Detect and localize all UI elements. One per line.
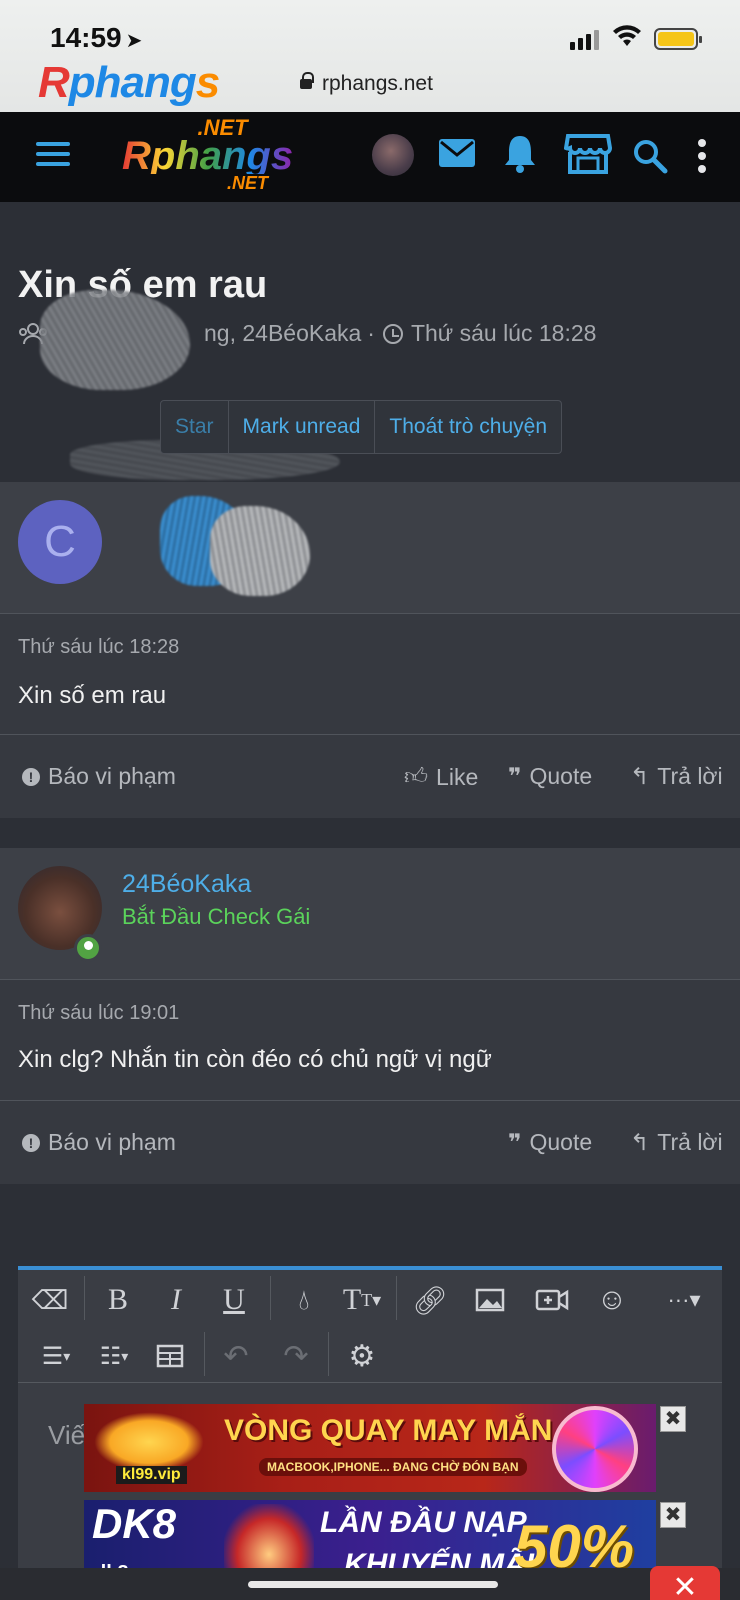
report-button[interactable]: ! Báo vi phạm bbox=[22, 763, 176, 790]
redaction-scribble bbox=[210, 506, 310, 596]
leave-conversation-button[interactable]: Thoát trò chuyện bbox=[375, 401, 561, 453]
ad-subtext: MACBOOK,IPHONE... ĐANG CHỜ ĐÓN BẠN bbox=[259, 1458, 527, 1476]
thread-actions: Star Mark unread Thoát trò chuyện bbox=[160, 400, 562, 454]
bold-icon[interactable]: B bbox=[98, 1280, 138, 1320]
ios-status-bar: 14:59 ➤ Rphangs rphangs.net bbox=[0, 0, 740, 112]
like-button[interactable]: 👍︎ Like bbox=[404, 763, 478, 791]
post-date[interactable]: Thứ sáu lúc 18:28 bbox=[18, 636, 179, 659]
cellular-signal-icon bbox=[570, 30, 599, 50]
url-text: rphangs.net bbox=[322, 72, 433, 95]
text-size-icon[interactable]: T T▾ bbox=[342, 1280, 382, 1320]
site-logo-watermark: Rphangs bbox=[38, 58, 220, 107]
reply-icon: ↰ bbox=[630, 1129, 650, 1155]
meta-separator: · bbox=[367, 320, 375, 346]
align-icon[interactable]: ☰ ▾ bbox=[30, 1336, 82, 1376]
ad-logo: DK8 bbox=[92, 1500, 177, 1547]
bell-icon[interactable] bbox=[502, 132, 538, 174]
warning-icon: ! bbox=[22, 767, 40, 786]
editor-toolbar-row2: ☰ ▾ ☷ ▾ ↶ ↷ ⚙ bbox=[18, 1326, 722, 1382]
eraser-icon[interactable]: ⌫ bbox=[30, 1280, 70, 1320]
undo-icon[interactable]: ↶ bbox=[216, 1336, 256, 1376]
reply-button[interactable]: ↰ Trả lời bbox=[630, 1129, 723, 1156]
url-bar[interactable]: rphangs.net bbox=[300, 72, 433, 96]
wifi-icon bbox=[613, 25, 641, 46]
logo-text: Rphangs bbox=[122, 134, 294, 178]
dragon-logo bbox=[94, 1412, 204, 1472]
message-post: C Thứ sáu lúc 18:28 Xin số em rau ! Báo v… bbox=[0, 482, 740, 818]
mark-unread-button[interactable]: Mark unread bbox=[229, 401, 376, 453]
post-actions: ! Báo vi phạm 👍︎ Like ❞ Quote ↰ Trả lời bbox=[0, 734, 740, 818]
post-user-block: 24BéoKaka Bắt Đầu Check Gái bbox=[0, 848, 740, 980]
quote-button[interactable]: ❞ Quote bbox=[508, 763, 592, 790]
close-ad-button[interactable]: ✖ bbox=[660, 1502, 686, 1528]
underline-icon[interactable]: U bbox=[214, 1280, 254, 1320]
thread-participants[interactable]: ng, 24BéoKaka bbox=[204, 320, 361, 347]
star-button[interactable]: Star bbox=[161, 401, 229, 453]
editor-toolbar-row1: ⌫ B I U 💧︎ T T▾ 🔗︎ ☺ ··· ▾ bbox=[18, 1270, 722, 1326]
ad-headline: VÒNG QUAY MAY MẮN bbox=[224, 1414, 553, 1447]
prize-wheel-icon bbox=[552, 1406, 638, 1492]
table-icon[interactable] bbox=[150, 1336, 190, 1376]
location-arrow-icon: ➤ bbox=[125, 30, 143, 52]
thread-date: Thứ sáu lúc 18:28 bbox=[410, 320, 597, 346]
lock-icon bbox=[300, 72, 314, 89]
thumbs-up-icon: 👍︎ bbox=[404, 763, 429, 789]
post-actions: ! Báo vi phạm ❞ Quote ↰ Trả lời bbox=[0, 1100, 740, 1184]
quote-button[interactable]: ❞ Quote bbox=[508, 1129, 592, 1156]
link-icon[interactable]: 🔗︎ bbox=[410, 1280, 450, 1320]
settings-icon[interactable]: ⚙ bbox=[342, 1336, 382, 1376]
quote-icon: ❞ bbox=[508, 763, 522, 789]
post-date[interactable]: Thứ sáu lúc 19:01 bbox=[18, 1002, 179, 1025]
site-logo[interactable]: .NET Rphangs .NET bbox=[122, 117, 294, 193]
user-avatar[interactable] bbox=[372, 134, 414, 176]
italic-icon[interactable]: I bbox=[156, 1280, 196, 1320]
more-vertical-icon[interactable] bbox=[696, 138, 708, 174]
post-content: Thứ sáu lúc 19:01 Xin clg? Nhắn tin còn … bbox=[0, 980, 740, 1100]
close-ad-button[interactable]: ✖ bbox=[660, 1406, 686, 1432]
avatar[interactable]: C bbox=[18, 500, 102, 584]
post-text: Xin số em rau bbox=[18, 682, 167, 709]
close-icon[interactable]: ✕ bbox=[650, 1566, 720, 1600]
reply-icon: ↰ bbox=[630, 763, 650, 789]
user-title: Bắt Đầu Check Gái bbox=[122, 904, 311, 929]
more-icon[interactable]: ··· ▾ bbox=[654, 1280, 714, 1320]
battery-icon bbox=[654, 28, 702, 50]
search-icon[interactable] bbox=[632, 138, 668, 174]
site-navbar: .NET Rphangs .NET bbox=[0, 112, 740, 202]
color-drop-icon[interactable]: 💧︎ bbox=[284, 1280, 324, 1320]
online-status-icon bbox=[74, 934, 102, 962]
mail-icon[interactable] bbox=[438, 136, 476, 170]
message-post: 24BéoKaka Bắt Đầu Check Gái Thứ sáu lúc … bbox=[0, 848, 740, 1184]
post-content: Thứ sáu lúc 18:28 Xin số em rau bbox=[0, 614, 740, 734]
post-username[interactable]: 24BéoKaka bbox=[122, 870, 251, 899]
store-icon[interactable] bbox=[564, 132, 612, 176]
clock-icon bbox=[382, 323, 403, 344]
ad-headline: LẦN ĐẦU NẠP bbox=[320, 1506, 527, 1539]
menu-icon[interactable] bbox=[36, 142, 70, 172]
post-user-block: C bbox=[0, 482, 740, 614]
ad-banner-kl99[interactable]: kl99.vip VÒNG QUAY MAY MẮN MACBOOK,IPHON… bbox=[84, 1404, 656, 1492]
video-icon[interactable] bbox=[532, 1280, 572, 1320]
home-indicator bbox=[248, 1581, 498, 1588]
quote-icon: ❞ bbox=[508, 1129, 522, 1155]
post-text: Xin clg? Nhắn tin còn đéo có chủ ngữ vị … bbox=[18, 1046, 492, 1073]
reply-button[interactable]: ↰ Trả lời bbox=[630, 763, 723, 790]
status-time: 14:59 ➤ bbox=[50, 22, 143, 53]
image-icon[interactable] bbox=[470, 1280, 510, 1320]
report-button[interactable]: ! Báo vi phạm bbox=[22, 1129, 176, 1156]
warning-icon: ! bbox=[22, 1133, 40, 1152]
ad-brand: kl99.vip bbox=[116, 1466, 187, 1484]
redo-icon[interactable]: ↷ bbox=[276, 1336, 316, 1376]
smiley-icon[interactable]: ☺ bbox=[592, 1280, 632, 1320]
editor-input[interactable]: Viế bbox=[48, 1420, 85, 1451]
list-icon[interactable]: ☷ ▾ bbox=[88, 1336, 140, 1376]
